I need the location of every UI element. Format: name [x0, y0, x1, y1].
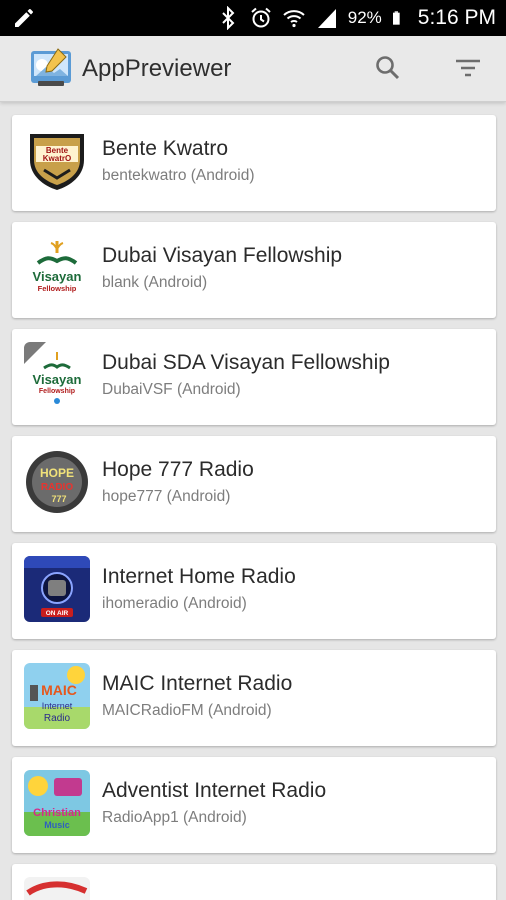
list-item[interactable] [12, 864, 496, 900]
svg-text:Fellowship: Fellowship [39, 388, 75, 395]
status-icons: 92% 5:16 PM [216, 0, 496, 36]
search-icon[interactable] [373, 53, 403, 83]
battery-icon [392, 11, 400, 25]
app-subtitle: RadioApp1 (Android) [102, 809, 247, 826]
app-title: AppPreviewer [82, 55, 232, 82]
list-item[interactable]: HOPE RADIO 777 Hope 777 Radio hope777 (A… [12, 436, 496, 532]
svg-text:HOPE: HOPE [40, 466, 74, 480]
app-logo-icon [31, 48, 71, 86]
svg-text:RADIO: RADIO [41, 482, 73, 493]
list-item[interactable]: ON AIR Internet Home Radio ihomeradio (A… [12, 543, 496, 639]
internet-home-radio-logo-icon: ON AIR [24, 556, 90, 622]
clock: 5:16 PM [417, 6, 496, 29]
filter-icon[interactable] [453, 53, 483, 83]
status-bar: 92% 5:16 PM [0, 0, 506, 36]
list-item[interactable]: Bente KwatrO Bente Kwatro bentekwatro (A… [12, 115, 496, 211]
list-item[interactable]: Visayan Fellowship Dubai SDA Visayan Fel… [12, 329, 496, 425]
visayan-fellowship-logo-icon: Visayan Fellowship [24, 235, 90, 301]
list-item[interactable]: Christian Music Adventist Internet Radio… [12, 757, 496, 853]
svg-text:777: 777 [51, 494, 66, 504]
list-item[interactable]: MAIC Internet Radio MAIC Internet Radio … [12, 650, 496, 746]
bluetooth-icon [222, 6, 235, 30]
svg-text:Christian: Christian [33, 807, 81, 819]
maic-internet-radio-logo-icon: MAIC Internet Radio [24, 663, 90, 729]
app-subtitle: MAICRadioFM (Android) [102, 702, 272, 719]
svg-text:Visayan: Visayan [33, 372, 82, 387]
edit-icon [15, 9, 33, 27]
svg-text:Internet: Internet [42, 701, 73, 711]
svg-text:Music: Music [44, 820, 70, 830]
svg-text:MAIC: MAIC [41, 682, 77, 698]
app-bar: AppPreviewer [0, 36, 506, 102]
app-list: Bente KwatrO Bente Kwatro bentekwatro (A… [12, 115, 496, 900]
svg-text:KwatrO: KwatrO [43, 154, 71, 163]
list-item[interactable]: Visayan Fellowship Dubai Visayan Fellows… [12, 222, 496, 318]
app-subtitle: blank (Android) [102, 274, 208, 291]
svg-text:Fellowship: Fellowship [38, 284, 77, 293]
app-name: Bente Kwatro [102, 137, 229, 160]
signal-icon [317, 9, 336, 28]
app-subtitle: DubaiVSF (Android) [102, 381, 241, 398]
app-name: Dubai Visayan Fellowship [102, 244, 343, 267]
sda-visayan-fellowship-logo-icon: Visayan Fellowship [24, 342, 90, 408]
app-name: MAIC Internet Radio [102, 672, 293, 695]
adventist-internet-radio-logo-icon: Christian Music [24, 770, 90, 836]
wifi-icon [283, 10, 305, 28]
svg-text:Radio: Radio [44, 713, 71, 724]
app-name: Dubai SDA Visayan Fellowship [102, 351, 390, 374]
app-subtitle: bentekwatro (Android) [102, 167, 255, 184]
app-name: Adventist Internet Radio [102, 779, 327, 802]
hope-777-radio-logo-icon: HOPE RADIO 777 [24, 449, 90, 515]
app-name: Internet Home Radio [102, 565, 296, 588]
battery-percent: 92% [347, 8, 382, 27]
bente-kwatro-logo-icon: Bente KwatrO [24, 128, 90, 194]
partially-visible-app-logo-icon [24, 877, 90, 900]
app-name: Hope 777 Radio [102, 458, 254, 481]
app-subtitle: ihomeradio (Android) [102, 595, 247, 612]
alarm-icon [251, 7, 271, 28]
svg-text:ON AIR: ON AIR [46, 610, 69, 617]
svg-text:Visayan: Visayan [33, 269, 82, 284]
app-subtitle: hope777 (Android) [102, 488, 231, 505]
